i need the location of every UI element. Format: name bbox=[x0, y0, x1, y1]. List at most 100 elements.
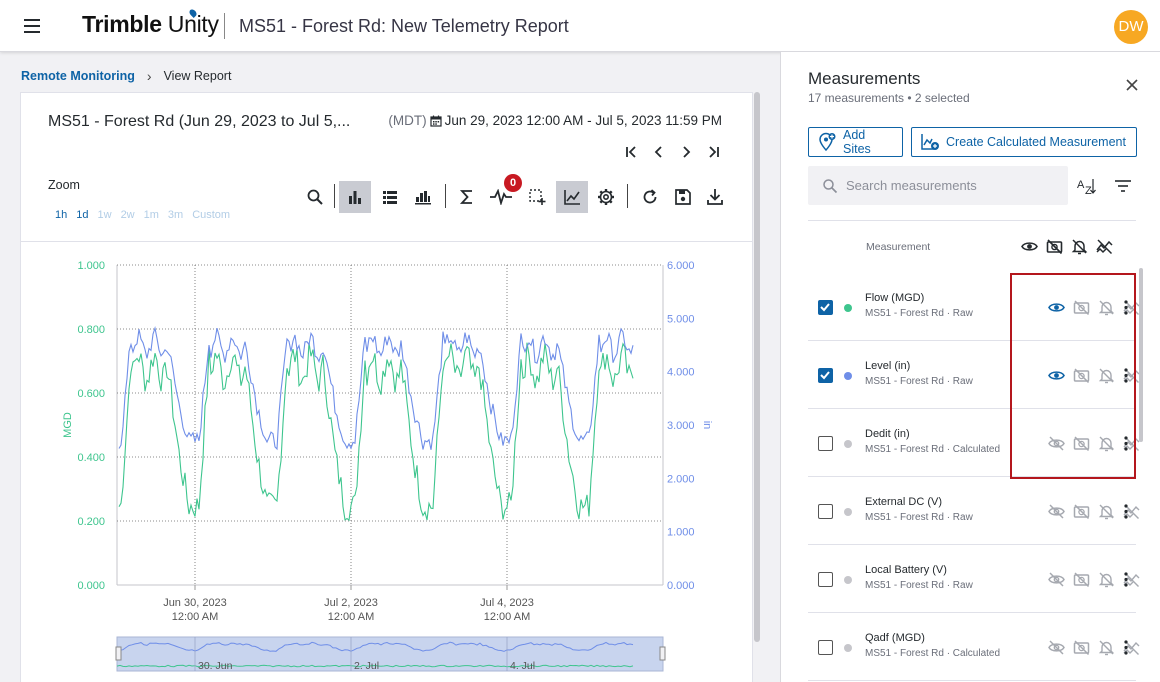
calculated-chart-icon bbox=[920, 132, 940, 152]
x-tick-label: 12:00 AM bbox=[328, 611, 374, 623]
zoom-custom: Custom bbox=[192, 209, 231, 221]
bell-off-icon bbox=[1071, 238, 1088, 255]
list-icon[interactable] bbox=[374, 181, 406, 213]
report-title: MS51 - Forest Rd (Jun 29, 2023 to Jul 5,… bbox=[48, 113, 351, 130]
date-navigation bbox=[623, 143, 722, 161]
page-scrollbar[interactable] bbox=[754, 92, 760, 642]
camera-off-icon bbox=[1046, 238, 1063, 255]
camera-off-icon[interactable] bbox=[1073, 571, 1090, 588]
telemetry-chart[interactable]: 1.000 0.800 0.600 0.400 0.200 0.000 6.000 5.000… bbox=[21, 243, 752, 682]
left-tick-label: 0.200 bbox=[77, 516, 105, 528]
search-input[interactable] bbox=[846, 178, 1056, 193]
panel-scrollbar[interactable] bbox=[1139, 268, 1143, 442]
right-tick-label: 2.000 bbox=[667, 473, 695, 485]
calendar-icon bbox=[429, 115, 442, 127]
next-icon[interactable] bbox=[677, 143, 695, 161]
filter-icon[interactable] bbox=[1114, 179, 1132, 193]
navigator-handle[interactable] bbox=[115, 646, 122, 661]
measurements-panel: Measurements 17 measurements • 2 selecte… bbox=[780, 52, 1160, 682]
divider bbox=[21, 241, 752, 242]
eye-off-icon[interactable] bbox=[1048, 571, 1065, 588]
add-sites-label: Add Sites bbox=[843, 128, 871, 156]
breadcrumb-current: View Report bbox=[163, 69, 232, 83]
breadcrumb-remote-monitoring[interactable]: Remote Monitoring bbox=[21, 69, 135, 83]
avatar[interactable]: DW bbox=[1114, 10, 1148, 44]
previous-icon[interactable] bbox=[650, 143, 668, 161]
column-header-measurement: Measurement bbox=[866, 241, 931, 253]
more-options-icon[interactable] bbox=[1121, 639, 1131, 656]
add-sites-button[interactable]: Add Sites bbox=[808, 127, 903, 157]
create-calc-label: Create Calculated Measurement bbox=[946, 135, 1126, 149]
measurement-name: Flow (MGD) bbox=[865, 292, 925, 304]
navigator-handle[interactable] bbox=[659, 646, 666, 661]
create-calculated-measurement-button[interactable]: Create Calculated Measurement bbox=[911, 127, 1137, 157]
row-checkbox[interactable] bbox=[818, 572, 833, 587]
zoom-1d[interactable]: 1d bbox=[76, 209, 88, 221]
left-tick-label: 1.000 bbox=[77, 260, 105, 272]
series-color-dot bbox=[844, 508, 852, 516]
list-item[interactable]: Local Battery (V) MS51 - Forest Rd · Raw bbox=[808, 545, 1140, 613]
left-tick-label: 0.600 bbox=[77, 388, 105, 400]
toolbar-divider bbox=[334, 184, 335, 208]
panel-title: Measurements bbox=[808, 69, 921, 88]
line-chart-icon[interactable] bbox=[556, 181, 588, 213]
trimble-unity-logo: Trimble Unity bbox=[82, 11, 219, 37]
download-icon[interactable] bbox=[699, 181, 731, 213]
more-options-icon[interactable] bbox=[1121, 571, 1131, 588]
date-range-text: Jun 29, 2023 12:00 AM - Jul 5, 2023 11:5… bbox=[444, 113, 722, 128]
camera-off-icon[interactable] bbox=[1073, 639, 1090, 656]
series-color-dot bbox=[844, 644, 852, 652]
bell-off-icon[interactable] bbox=[1098, 571, 1115, 588]
close-icon[interactable] bbox=[1124, 77, 1140, 93]
x-tick-label: Jul 2, 2023 bbox=[324, 597, 378, 609]
camera-off-icon[interactable] bbox=[1073, 503, 1090, 520]
measurement-name: Qadf (MGD) bbox=[865, 632, 925, 644]
svg-text:A: A bbox=[1077, 179, 1085, 191]
measurement-source: MS51 - Forest Rd · Calculated bbox=[865, 648, 1001, 659]
row-checkbox[interactable] bbox=[818, 436, 833, 451]
right-tick-label: 0.000 bbox=[667, 580, 695, 592]
top-bar: Trimble Unity MS51 - Forest Rd: New Tele… bbox=[0, 0, 1160, 52]
zoom-3m: 3m bbox=[167, 209, 184, 221]
right-tick-label: 6.000 bbox=[667, 260, 695, 272]
x-tick-label: 12:00 AM bbox=[484, 611, 530, 623]
zoom-1h[interactable]: 1h bbox=[55, 209, 67, 221]
bell-off-icon[interactable] bbox=[1098, 503, 1115, 520]
save-icon[interactable] bbox=[667, 181, 699, 213]
grouped-bar-icon[interactable] bbox=[407, 181, 439, 213]
sigma-icon[interactable] bbox=[451, 181, 483, 213]
series-line-flow bbox=[118, 342, 634, 522]
gear-icon[interactable] bbox=[590, 181, 622, 213]
bell-off-icon[interactable] bbox=[1098, 639, 1115, 656]
chart-area[interactable]: 1.000 0.800 0.600 0.400 0.200 0.000 6.000 5.000… bbox=[21, 243, 752, 682]
report-card: MS51 - Forest Rd (Jun 29, 2023 to Jul 5,… bbox=[20, 92, 753, 682]
measurement-source: MS51 - Forest Rd · Raw bbox=[865, 512, 973, 523]
row-checkbox[interactable] bbox=[818, 300, 833, 315]
measurement-name: Level (in) bbox=[865, 360, 911, 372]
more-options-icon[interactable] bbox=[1121, 503, 1131, 520]
x-tick-label: 12:00 AM bbox=[172, 611, 218, 623]
navigator-label: 4. Jul bbox=[510, 660, 535, 672]
refresh-icon[interactable] bbox=[634, 181, 666, 213]
row-checkbox[interactable] bbox=[818, 368, 833, 383]
search-icon bbox=[822, 178, 838, 194]
select-add-icon[interactable] bbox=[521, 181, 553, 213]
row-checkbox[interactable] bbox=[818, 504, 833, 519]
divider bbox=[224, 13, 225, 39]
bar-chart-icon[interactable] bbox=[339, 181, 371, 213]
timezone-label: (MDT) bbox=[388, 113, 427, 128]
list-item[interactable]: External DC (V) MS51 - Forest Rd · Raw bbox=[808, 477, 1140, 545]
eye-off-icon[interactable] bbox=[1048, 639, 1065, 656]
last-page-icon[interactable] bbox=[704, 143, 722, 161]
right-tick-label: 3.000 bbox=[667, 420, 695, 432]
list-item[interactable]: Qadf (MGD) MS51 - Forest Rd · Calculated bbox=[808, 613, 1140, 681]
left-tick-label: 0.800 bbox=[77, 324, 105, 336]
sort-az-icon[interactable]: AZ bbox=[1077, 177, 1097, 195]
search-icon[interactable] bbox=[299, 181, 331, 213]
eye-off-icon[interactable] bbox=[1048, 503, 1065, 520]
row-checkbox[interactable] bbox=[818, 640, 833, 655]
breadcrumb: Remote Monitoring › View Report bbox=[21, 68, 231, 84]
first-page-icon[interactable] bbox=[623, 143, 641, 161]
date-range[interactable]: (MDT) Jun 29, 2023 12:00 AM - Jul 5, 202… bbox=[388, 113, 722, 128]
hamburger-menu-icon[interactable] bbox=[22, 16, 44, 36]
